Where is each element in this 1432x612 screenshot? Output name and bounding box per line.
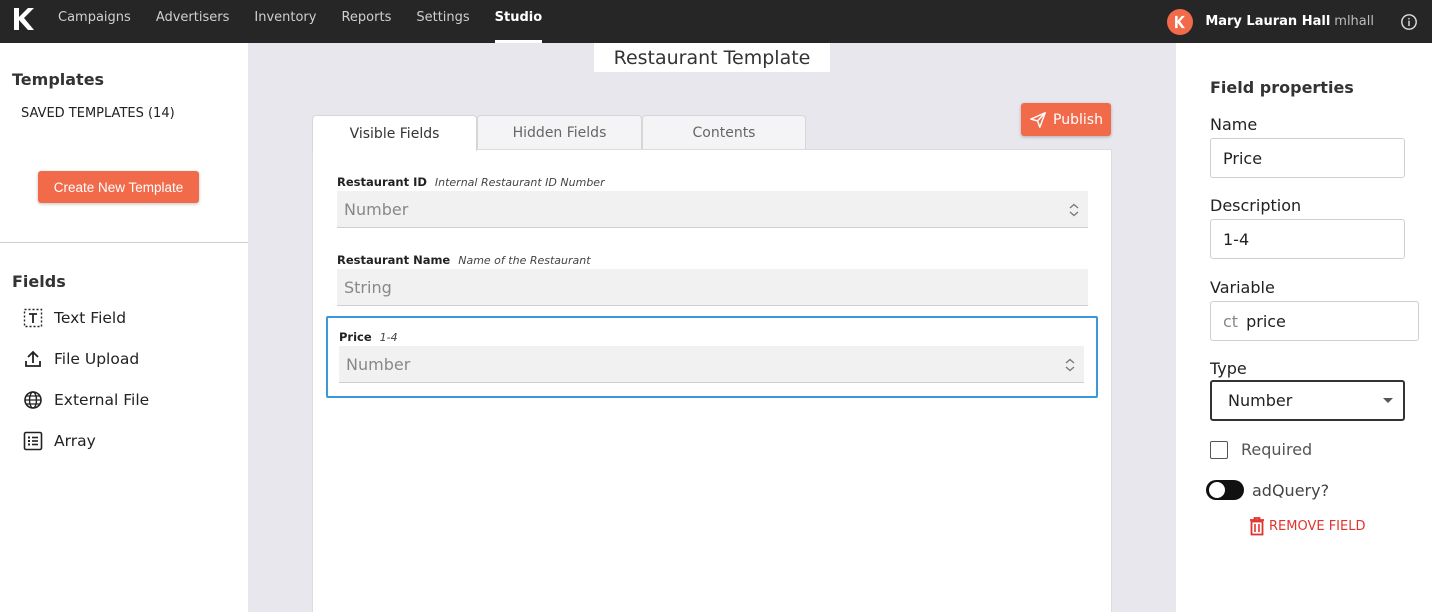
field-description: Internal Restaurant ID Number	[434, 175, 605, 189]
input-placeholder: Number	[346, 354, 411, 374]
name-input[interactable]: Price	[1210, 138, 1405, 178]
fields-heading: Fields	[12, 272, 66, 291]
field-label: Price 1-4	[339, 328, 1084, 346]
type-value: Number	[1228, 391, 1293, 410]
nav-reports[interactable]: Reports	[341, 0, 391, 43]
avatar-logo-icon	[1175, 15, 1186, 28]
publish-label: Publish	[1053, 111, 1103, 128]
selected-field-price[interactable]: Price 1-4 Number	[326, 316, 1098, 398]
field-name: Price	[339, 330, 372, 344]
globe-icon	[24, 391, 42, 409]
saved-templates-link[interactable]: SAVED TEMPLATES (14)	[21, 106, 175, 121]
field-type-external-file[interactable]: External File	[23, 390, 149, 410]
remove-field-label: REMOVE FIELD	[1269, 518, 1366, 534]
field-label: Restaurant ID Internal Restaurant ID Num…	[337, 173, 1088, 191]
field-type-label: Text Field	[54, 309, 127, 327]
tab-visible-fields[interactable]: Visible Fields	[312, 115, 477, 151]
description-value: 1-4	[1223, 229, 1250, 249]
adquery-label: adQuery?	[1252, 480, 1330, 500]
stepper-icon[interactable]	[1063, 357, 1077, 373]
nav-advertisers[interactable]: Advertisers	[156, 0, 230, 43]
field-type-file-upload[interactable]: File Upload	[23, 349, 139, 369]
field-type-array[interactable]: Array	[23, 431, 96, 451]
field-description: Name of the Restaurant	[458, 253, 591, 267]
name-label: Name	[1210, 115, 1258, 134]
required-label: Required	[1241, 440, 1313, 459]
number-input[interactable]: Number	[337, 191, 1088, 228]
left-sidebar: Templates SAVED TEMPLATES (14) Create Ne…	[0, 43, 248, 612]
app-logo-icon[interactable]	[12, 6, 36, 32]
field-properties-heading: Field properties	[1210, 78, 1354, 97]
send-icon	[1030, 111, 1046, 128]
field-description: 1-4	[379, 330, 398, 344]
field-properties-panel: Field properties Name Price Description …	[1176, 43, 1432, 612]
nav-settings[interactable]: Settings	[416, 0, 469, 43]
user-menu[interactable]: Mary Lauran Hall mlhall	[1167, 0, 1432, 43]
publish-button[interactable]: Publish	[1021, 103, 1111, 136]
input-placeholder: String	[344, 277, 392, 297]
top-nav-bar: Campaigns Advertisers Inventory Reports …	[0, 0, 1432, 43]
field-type-label: Array	[54, 432, 96, 450]
variable-input[interactable]: ct price	[1210, 301, 1419, 341]
list-icon	[23, 431, 43, 451]
adquery-option[interactable]: adQuery?	[1206, 480, 1329, 500]
user-handle: mlhall	[1334, 14, 1374, 29]
nav-campaigns[interactable]: Campaigns	[58, 0, 131, 43]
info-icon[interactable]	[1400, 13, 1418, 31]
template-title: Restaurant Template	[594, 43, 830, 72]
nav-studio[interactable]: Studio	[494, 0, 542, 43]
templates-heading: Templates	[12, 70, 105, 89]
field-type-label: External File	[54, 391, 150, 409]
description-label: Description	[1210, 196, 1302, 215]
type-select[interactable]: Number	[1210, 380, 1405, 421]
name-value: Price	[1223, 148, 1263, 168]
text-field-icon	[23, 308, 43, 328]
field-price[interactable]: Price 1-4 Number	[339, 328, 1084, 383]
field-label: Restaurant Name Name of the Restaurant	[337, 251, 1088, 269]
upload-icon	[25, 350, 41, 367]
required-checkbox[interactable]	[1210, 440, 1228, 459]
type-label: Type	[1210, 359, 1247, 378]
tab-contents[interactable]: Contents	[642, 115, 806, 150]
field-type-label: File Upload	[54, 350, 140, 368]
description-input[interactable]: 1-4	[1210, 219, 1405, 259]
field-restaurant-id[interactable]: Restaurant ID Internal Restaurant ID Num…	[337, 173, 1088, 228]
tab-hidden-fields[interactable]: Hidden Fields	[477, 115, 642, 150]
field-type-text[interactable]: Text Field	[23, 308, 126, 328]
variable-prefix: ct	[1223, 311, 1239, 331]
field-restaurant-name[interactable]: Restaurant Name Name of the Restaurant S…	[337, 251, 1088, 306]
field-name: Restaurant ID	[337, 175, 427, 189]
remove-field-button[interactable]: REMOVE FIELD	[1248, 516, 1365, 536]
template-editor: Restaurant Template Publish Visible Fiel…	[248, 43, 1176, 612]
main-nav: Campaigns Advertisers Inventory Reports …	[58, 0, 567, 43]
stepper-icon[interactable]	[1067, 202, 1081, 218]
variable-value: price	[1246, 311, 1286, 331]
input-placeholder: Number	[344, 199, 409, 219]
required-option[interactable]: Required	[1210, 440, 1312, 459]
create-new-template-button[interactable]: Create New Template	[38, 171, 199, 203]
nav-inventory[interactable]: Inventory	[254, 0, 316, 43]
user-name: Mary Lauran Hall	[1205, 14, 1331, 29]
string-input[interactable]: String	[337, 269, 1088, 306]
field-name: Restaurant Name	[337, 253, 451, 267]
sidebar-divider	[0, 242, 248, 243]
user-avatar[interactable]	[1167, 8, 1194, 35]
trash-icon	[1250, 517, 1264, 536]
variable-label: Variable	[1210, 278, 1275, 297]
number-input[interactable]: Number	[339, 346, 1084, 383]
chevron-down-icon	[1383, 398, 1393, 403]
adquery-toggle[interactable]	[1206, 480, 1244, 500]
toggle-knob	[1209, 482, 1225, 498]
